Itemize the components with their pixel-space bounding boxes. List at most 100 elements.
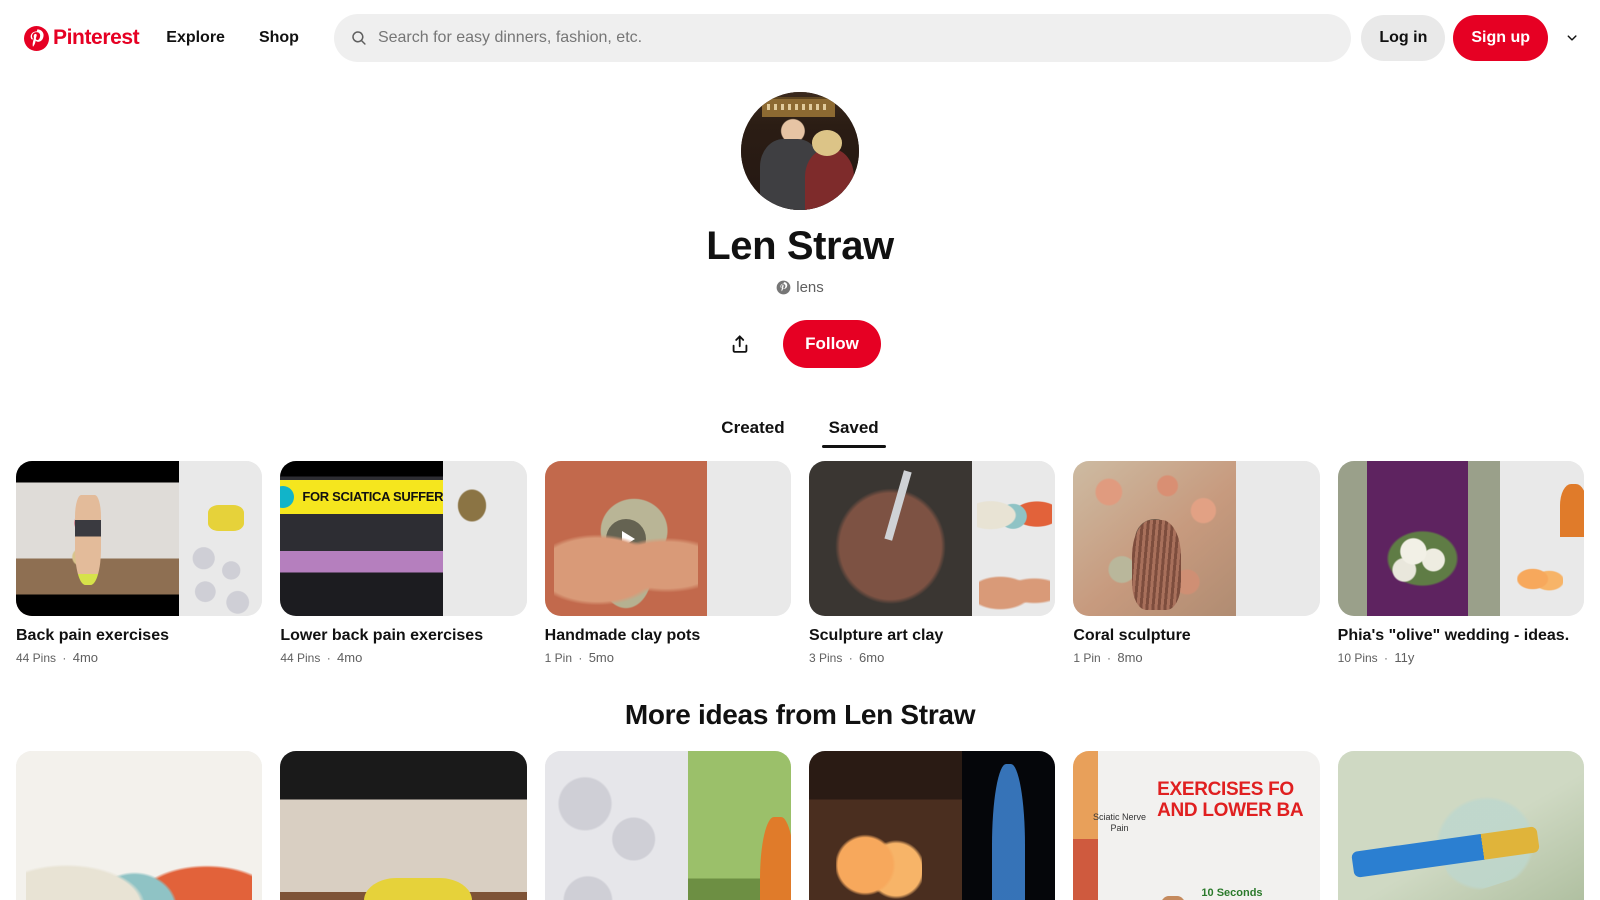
search-input[interactable] [377, 29, 1336, 47]
board-cover-main-image [808, 461, 972, 616]
nav-item-explore[interactable]: Explore [149, 16, 242, 60]
pin-image [808, 750, 962, 900]
pin-overlay-title: EXERCISES FO AND LOWER BA [1157, 779, 1304, 822]
board-updated-age: 5mo [588, 649, 614, 665]
board-cover[interactable]: FOR SCIATICA SUFFERERS [280, 461, 527, 616]
board-pin-count: 1 Pin [544, 650, 573, 665]
board-cover-side-image-1 [709, 461, 791, 538]
board-meta-separator: · [62, 650, 67, 665]
board-cover[interactable] [16, 461, 263, 616]
pin-overlay-seconds: 10 Seconds [1201, 886, 1263, 899]
more-ideas-heading: More ideas from Len Straw [624, 698, 976, 730]
board-cover-side-images [445, 461, 527, 616]
pin-card[interactable] [16, 750, 263, 900]
board-cover[interactable] [544, 461, 791, 616]
play-icon [1134, 518, 1175, 559]
more-ideas-grid: Sciatic Nerve Pain EXERCISES FO AND LOWER … [0, 731, 1600, 900]
board-pin-count: 44 Pins [16, 650, 57, 665]
board-cover-side-image-2 [445, 539, 527, 616]
board-updated-age: 4mo [72, 649, 99, 665]
top-navigation-bar: Pinterest Explore Shop Log in Sign up [0, 0, 1600, 76]
profile-actions: Follow [719, 320, 881, 368]
pin-card[interactable] [1337, 750, 1584, 900]
pin-image [1337, 750, 1584, 900]
board-updated-age: 6mo [859, 649, 885, 665]
pin-image-secondary [687, 750, 791, 900]
board-meta-separator: · [326, 650, 331, 665]
board-cover[interactable] [808, 461, 1056, 616]
pin-overlay-label: Sciatic Nerve Pain [1093, 812, 1147, 834]
board-cover-main-image [1337, 461, 1501, 616]
page-title: Len Straw [706, 224, 894, 268]
log-in-button[interactable]: Log in [1361, 15, 1446, 61]
board-cover-side-images [1502, 461, 1584, 616]
pin-card[interactable] [280, 750, 527, 900]
board-title: Phia's "olive" wedding - ideas. [1337, 627, 1570, 644]
profile-header: Len Straw lens Follow [0, 76, 1600, 368]
board-cover-side-image-2 [1238, 539, 1320, 616]
board-meta: 1 Pin · 5mo [545, 650, 791, 665]
board-card[interactable]: Handmade clay pots 1 Pin · 5mo [544, 461, 791, 665]
board-cover-side-images [709, 461, 791, 616]
board-cover-main-image [544, 461, 708, 616]
board-meta-separator: · [578, 650, 583, 665]
board-title: Back pain exercises [16, 627, 169, 644]
chevron-down-icon[interactable] [1558, 24, 1586, 52]
board-meta: 10 Pins · 11y [1338, 650, 1584, 665]
pin-image-secondary [961, 750, 1056, 900]
board-cover-side-image-1 [445, 461, 527, 538]
avatar-background-sign [762, 96, 836, 117]
board-cover-banner-text: FOR SCIATICA SUFFERERS [280, 479, 444, 514]
share-button[interactable] [719, 323, 761, 365]
board-pin-count: 1 Pin [1073, 650, 1101, 665]
board-card[interactable]: Coral sculpture 1 Pin · 8mo [1073, 461, 1320, 665]
avatar-person-right-hair [811, 129, 843, 156]
search-bar[interactable] [333, 14, 1352, 62]
board-cover-main-image [1073, 461, 1237, 616]
board-card[interactable]: Phia's "olive" wedding - ideas. 10 Pins … [1337, 461, 1584, 665]
pin-card[interactable] [544, 750, 791, 900]
board-meta: 1 Pin · 8mo [1073, 650, 1319, 665]
board-updated-age: 4mo [337, 649, 363, 665]
board-cover-side-images [973, 461, 1056, 616]
board-card[interactable]: FOR SCIATICA SUFFERERS Lower back pain e… [280, 461, 527, 665]
pin-card[interactable]: Sciatic Nerve Pain EXERCISES FO AND LOWER … [1073, 750, 1320, 900]
share-icon [732, 335, 748, 353]
board-cover-side-image-2 [973, 539, 1056, 616]
avatar [741, 92, 859, 210]
board-pin-count: 10 Pins [1337, 650, 1378, 665]
board-meta-separator: · [848, 650, 853, 665]
board-card[interactable]: Sculpture art clay 3 Pins · 6mo [808, 461, 1056, 665]
board-cover-side-images [180, 461, 263, 616]
username-label: lens [796, 279, 824, 296]
board-title: Handmade clay pots [544, 627, 701, 644]
board-updated-age: 8mo [1117, 649, 1143, 665]
board-cover-side-image-1 [180, 461, 263, 538]
pin-card[interactable] [808, 750, 1056, 900]
board-cover-side-image-2 [180, 539, 263, 616]
board-cover-side-image-1 [1502, 461, 1584, 538]
board-cover-side-image-2 [709, 539, 791, 616]
avatar-person-right [804, 148, 855, 210]
follow-button[interactable]: Follow [783, 320, 881, 368]
pinterest-wordmark: Pinterest [53, 26, 140, 49]
board-cover-main-image [16, 461, 179, 616]
board-title: Sculpture art clay [808, 627, 944, 644]
pinterest-logo-home-link[interactable]: Pinterest [14, 20, 149, 57]
profile-tabs: Created Saved [0, 412, 1600, 448]
board-card[interactable]: Back pain exercises 44 Pins · 4mo [16, 461, 263, 665]
board-cover[interactable] [1073, 461, 1320, 616]
board-cover-side-image-1 [973, 461, 1056, 538]
board-meta-separator: · [1384, 650, 1389, 665]
board-meta: 3 Pins · 6mo [809, 650, 1055, 665]
nav-item-shop[interactable]: Shop [242, 16, 316, 60]
sign-up-button[interactable]: Sign up [1453, 15, 1548, 61]
board-cover-side-image-2 [1502, 539, 1584, 616]
board-meta: 44 Pins · 4mo [16, 650, 262, 665]
pinterest-logo-icon [24, 25, 49, 51]
board-cover-side-image-1 [1238, 461, 1320, 538]
tab-created[interactable]: Created [717, 412, 788, 448]
board-cover[interactable] [1337, 461, 1584, 616]
tab-saved[interactable]: Saved [821, 412, 886, 448]
board-title: Coral sculpture [1073, 627, 1191, 644]
